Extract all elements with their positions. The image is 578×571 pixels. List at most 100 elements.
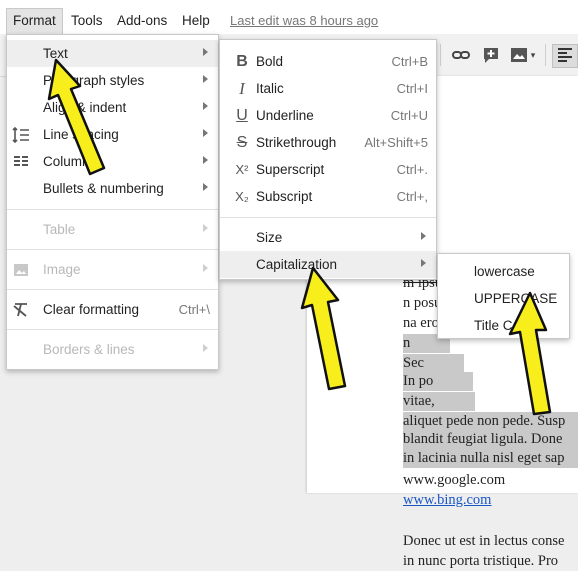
format-menu-item-paragraph-styles[interactable]: Paragraph styles	[7, 67, 218, 94]
format-menu-item-image: Image	[7, 256, 218, 283]
menu-item-label: Paragraph styles	[43, 73, 145, 88]
link-icon[interactable]	[449, 44, 473, 66]
submenu-arrow-icon	[203, 156, 208, 164]
text-menu-item-bold[interactable]: B Bold Ctrl+B	[220, 48, 436, 75]
bold-icon: B	[236, 53, 248, 70]
submenu-arrow-icon	[203, 264, 208, 272]
last-edit-link[interactable]: Last edit was 8 hours ago	[230, 13, 378, 28]
add-comment-icon[interactable]	[479, 44, 503, 66]
text-menu-item-strikethrough[interactable]: S Strikethrough Alt+Shift+5	[220, 129, 436, 156]
italic-icon: I	[239, 79, 245, 98]
line-spacing-icon	[11, 125, 31, 145]
doc-line-selected: In po	[403, 372, 474, 391]
menu-item-label: Superscript	[256, 162, 325, 177]
menu-separator	[7, 329, 218, 330]
menu-item-shortcut: Ctrl+I	[396, 81, 428, 96]
text-menu-item-underline[interactable]: U Underline Ctrl+U	[220, 102, 436, 129]
text-menu-item-italic[interactable]: I Italic Ctrl+I	[220, 75, 436, 102]
submenu-arrow-icon	[203, 102, 208, 110]
menu-item-label: Bold	[256, 54, 284, 69]
capitalization-submenu: lowercase UPPERCASE Title Case	[437, 253, 570, 339]
doc-line: www.google.com	[403, 472, 506, 488]
text-menu-item-subscript[interactable]: X₂ Subscript Ctrl+,	[220, 183, 436, 210]
doc-link[interactable]: www.bing.com	[403, 491, 491, 510]
format-menu-item-clear-formatting[interactable]: Clear formatting Ctrl+\	[7, 296, 218, 323]
text-submenu: B Bold Ctrl+B I Italic Ctrl+I U Underlin…	[219, 39, 437, 280]
menu-item-label: Italic	[256, 81, 284, 96]
doc-line-selected: blandit feugiat ligula. Done	[403, 430, 578, 449]
text-menu-item-capitalization[interactable]: Capitalization	[220, 251, 436, 278]
menu-item-shortcut: Ctrl+U	[390, 108, 428, 123]
menu-item-label: Subscript	[256, 189, 313, 204]
doc-line-selected: in lacinia nulla nisl eget sap	[403, 449, 578, 468]
menu-item-shortcut: Ctrl+B	[391, 54, 428, 69]
submenu-arrow-icon	[203, 224, 208, 232]
menu-item-label: Title Case	[474, 318, 535, 333]
menu-separator	[220, 217, 436, 218]
submenu-arrow-icon	[203, 129, 208, 137]
menu-item-label: Size	[256, 230, 283, 245]
format-menu-item-table: Table	[7, 216, 218, 243]
menu-item-label: Table	[43, 222, 76, 237]
text-menu-item-superscript[interactable]: X² Superscript Ctrl+.	[220, 156, 436, 183]
doc-line-selected: vitae,	[403, 392, 475, 411]
menu-item-label: Text	[43, 46, 68, 61]
menu-item-label: Columns	[43, 154, 97, 169]
menu-item-shortcut: Ctrl+,	[396, 189, 428, 204]
format-menu-item-bullets[interactable]: Bullets & numbering	[7, 175, 218, 202]
strikethrough-icon: S	[236, 134, 248, 151]
format-menu-item-align-indent[interactable]: Align & indent	[7, 94, 218, 121]
menu-item-label: Bullets & numbering	[43, 181, 164, 196]
menu-item-label: Underline	[256, 108, 314, 123]
superscript-icon: X²	[235, 162, 249, 177]
submenu-arrow-icon	[421, 259, 426, 267]
menu-item-label: UPPERCASE	[474, 291, 558, 306]
image-icon	[11, 260, 31, 280]
text-menu-item-size[interactable]: Size	[220, 224, 436, 251]
cap-menu-item-title-case[interactable]: Title Case	[438, 312, 569, 339]
submenu-arrow-icon	[203, 183, 208, 191]
format-menu-item-borders-lines: Borders & lines	[7, 336, 218, 363]
underline-icon: U	[236, 107, 248, 124]
submenu-arrow-icon	[421, 232, 426, 240]
menu-help[interactable]: Help	[176, 9, 216, 33]
toolbar-separator	[545, 44, 546, 66]
menu-separator	[7, 249, 218, 250]
doc-line: Donec ut est in lectus conse	[403, 533, 565, 549]
menu-item-label: Line spacing	[43, 127, 119, 142]
format-menu-item-line-spacing[interactable]: Line spacing	[7, 121, 218, 148]
subscript-icon: X₂	[235, 189, 249, 204]
menu-item-shortcut: Alt+Shift+5	[364, 135, 428, 150]
doc-line-selected: aliquet pede non pede. Susp	[403, 412, 578, 431]
submenu-arrow-icon	[203, 75, 208, 83]
menu-item-shortcut: Ctrl+.	[396, 162, 428, 177]
cap-menu-item-lowercase[interactable]: lowercase	[438, 258, 569, 285]
format-menu-item-columns[interactable]: Columns	[7, 148, 218, 175]
menu-item-label: Capitalization	[256, 257, 338, 272]
doc-line: in nunc porta tristique. Pro	[403, 553, 559, 569]
menu-item-label: Strikethrough	[256, 135, 337, 150]
submenu-arrow-icon	[203, 344, 208, 352]
clear-formatting-icon	[11, 300, 31, 320]
menu-separator	[7, 289, 218, 290]
columns-icon	[11, 152, 31, 172]
menu-addons[interactable]: Add-ons	[111, 9, 173, 33]
menu-tools[interactable]: Tools	[65, 9, 109, 33]
menu-item-label: Clear formatting	[43, 302, 140, 317]
format-menu-item-text[interactable]: Text	[7, 40, 218, 67]
image-dropdown-icon[interactable]: ▾	[527, 44, 539, 66]
format-menu: Text Paragraph styles Align & indent Lin…	[6, 34, 219, 370]
doc-line-selected: Sec	[403, 354, 464, 373]
menu-item-shortcut: Ctrl+\	[178, 302, 210, 317]
menu-item-label: Borders & lines	[43, 342, 135, 357]
menu-bar: Format Tools Add-ons Help Last edit was …	[0, 0, 578, 34]
menu-item-label: lowercase	[474, 264, 535, 279]
menu-separator	[7, 209, 218, 210]
menu-format[interactable]: Format	[6, 8, 63, 34]
align-left-icon[interactable]	[552, 44, 578, 68]
menu-item-label: Image	[43, 262, 81, 277]
cap-menu-item-uppercase[interactable]: UPPERCASE	[438, 285, 569, 312]
toolbar-separator	[440, 44, 441, 66]
submenu-arrow-icon	[203, 48, 208, 56]
menu-item-label: Align & indent	[43, 100, 127, 115]
